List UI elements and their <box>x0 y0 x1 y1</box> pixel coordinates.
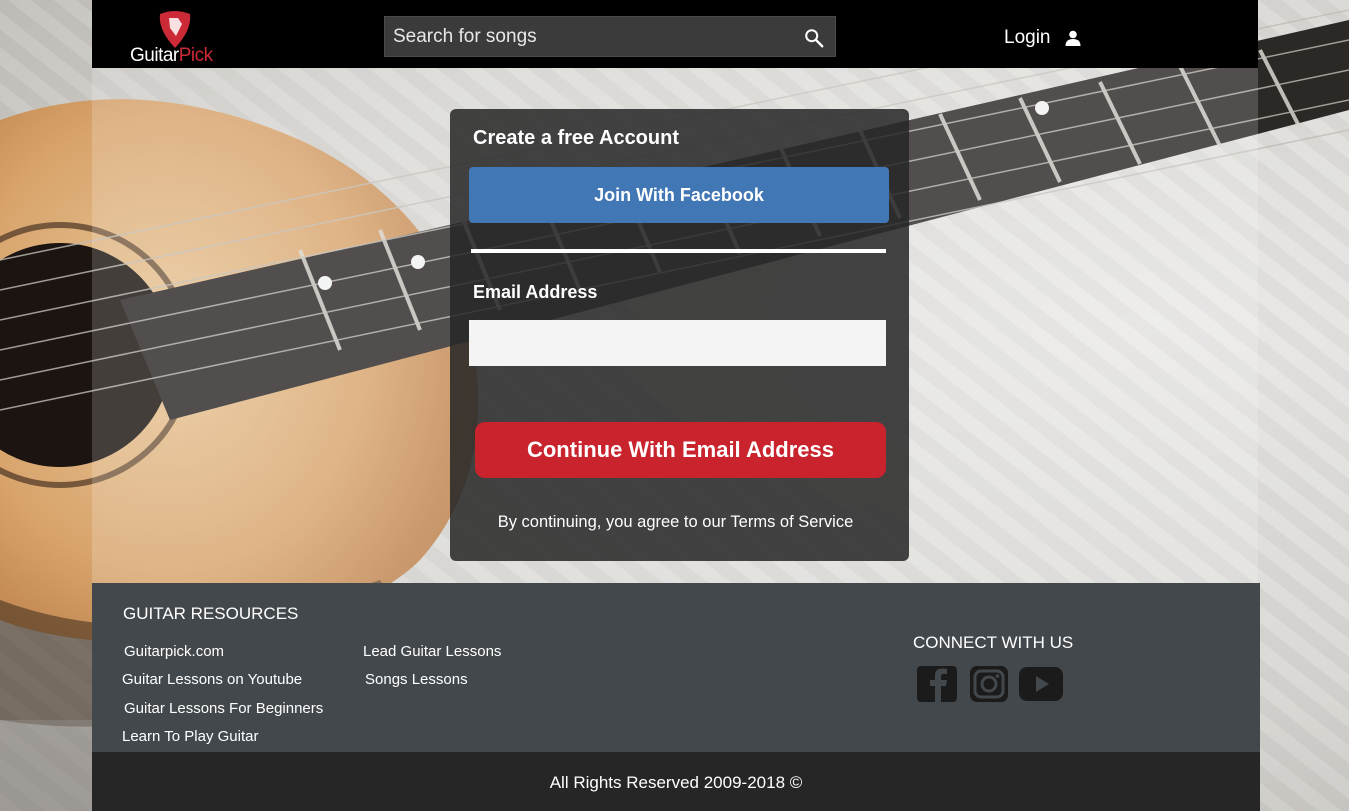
logo-wordmark: GuitarPick <box>130 45 213 67</box>
logo-text-guitar: Guitar <box>130 45 179 66</box>
join-with-facebook-button[interactable]: Join With Facebook <box>469 167 889 223</box>
footer-link-songs-lessons[interactable]: Songs Lessons <box>365 671 468 688</box>
search-input[interactable] <box>385 17 785 56</box>
top-navigation-bar: GuitarPick Login <box>92 0 1258 68</box>
footer-link-guitar-lessons-beginners[interactable]: Guitar Lessons For Beginners <box>124 700 323 717</box>
footer-link-guitarpick[interactable]: Guitarpick.com <box>124 643 224 660</box>
copyright-bar: All Rights Reserved 2009-2018 © <box>92 752 1260 811</box>
user-icon <box>1065 30 1080 46</box>
terms-of-service-text: By continuing, you agree to our Terms of… <box>497 513 854 531</box>
login-button[interactable]: Login <box>1004 26 1081 50</box>
search-icon[interactable] <box>803 27 825 49</box>
footer-link-guitar-lessons-youtube[interactable]: Guitar Lessons on Youtube <box>122 671 302 688</box>
email-field[interactable] <box>469 320 886 366</box>
facebook-icon[interactable] <box>916 666 960 702</box>
login-label: Login <box>1004 27 1051 48</box>
signup-card: Create a free Account Join With Facebook… <box>450 109 909 561</box>
instagram-icon[interactable] <box>968 666 1012 702</box>
logo-text-pick: Pick <box>178 45 213 66</box>
continue-with-email-button[interactable]: Continue With Email Address <box>475 422 886 478</box>
youtube-icon[interactable] <box>1019 666 1063 702</box>
guitar-resources-title: GUITAR RESOURCES <box>123 604 299 623</box>
signup-title: Create a free Account <box>473 127 679 149</box>
email-label: Email Address <box>473 282 598 302</box>
guitarpick-logo[interactable]: GuitarPick <box>128 8 228 66</box>
guitar-pick-logo-icon <box>159 11 191 48</box>
divider <box>471 249 886 253</box>
footer-link-learn-to-play-guitar[interactable]: Learn To Play Guitar <box>122 728 258 745</box>
search-box <box>384 16 836 57</box>
footer-link-lead-guitar-lessons[interactable]: Lead Guitar Lessons <box>363 643 501 660</box>
footer: GUITAR RESOURCES Guitarpick.com Guitar L… <box>92 583 1260 752</box>
copyright-text: All Rights Reserved 2009-2018 © <box>549 773 803 792</box>
connect-with-us-title: CONNECT WITH US <box>913 633 1074 652</box>
